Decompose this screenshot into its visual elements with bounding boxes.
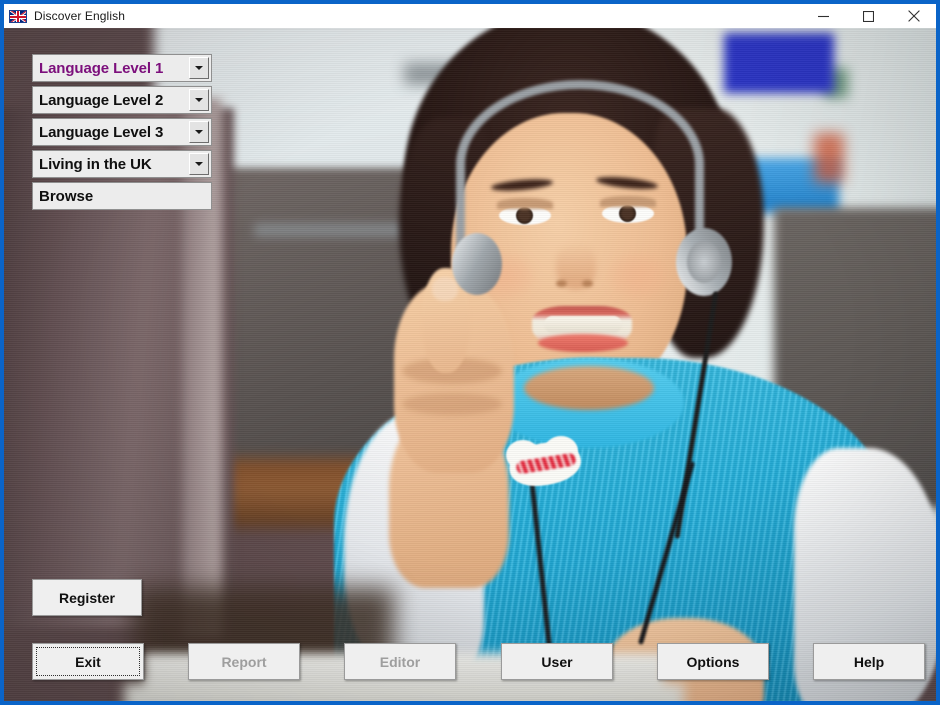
help-button-label: Help (853, 653, 885, 670)
report-button-label: Report (221, 653, 267, 670)
options-button[interactable]: Options (657, 643, 769, 680)
maximize-button[interactable] (846, 4, 891, 28)
options-button-label: Options (686, 653, 740, 670)
dropdown-living-in-the-uk[interactable]: Living in the UK (32, 150, 212, 178)
exit-button[interactable]: Exit (32, 643, 144, 680)
app-window: Discover English Language Level 1 Langua… (0, 0, 940, 705)
window-controls (801, 4, 936, 28)
dropdown-label: Language Level 2 (39, 91, 164, 109)
editor-button-label: Editor (379, 653, 421, 670)
register-button[interactable]: Register (32, 579, 142, 616)
chevron-down-icon[interactable] (189, 57, 209, 79)
title-bar: Discover English (4, 4, 936, 29)
minimize-button[interactable] (801, 4, 846, 28)
focus-ring (36, 647, 140, 676)
close-button[interactable] (891, 4, 936, 28)
dropdown-language-level-3[interactable]: Language Level 3 (32, 118, 212, 146)
report-button: Report (188, 643, 300, 680)
browse-label: Browse (39, 187, 94, 205)
dropdown-language-level-2[interactable]: Language Level 2 (32, 86, 212, 114)
union-jack-flag-icon (9, 9, 27, 23)
chevron-down-icon[interactable] (189, 121, 209, 143)
dropdown-label: Language Level 1 (39, 59, 164, 77)
browse-item[interactable]: Browse (32, 182, 212, 210)
editor-button: Editor (344, 643, 456, 680)
help-button[interactable]: Help (813, 643, 925, 680)
course-menu: Language Level 1 Language Level 2 Langua… (32, 54, 212, 210)
dropdown-label: Living in the UK (39, 155, 152, 173)
register-button-label: Register (58, 589, 116, 606)
chevron-down-icon[interactable] (189, 89, 209, 111)
window-title: Discover English (34, 9, 125, 23)
dropdown-label: Language Level 3 (39, 123, 164, 141)
user-button[interactable]: User (501, 643, 613, 680)
chevron-down-icon[interactable] (189, 153, 209, 175)
dropdown-language-level-1[interactable]: Language Level 1 (32, 54, 212, 82)
user-button-label: User (541, 653, 573, 670)
